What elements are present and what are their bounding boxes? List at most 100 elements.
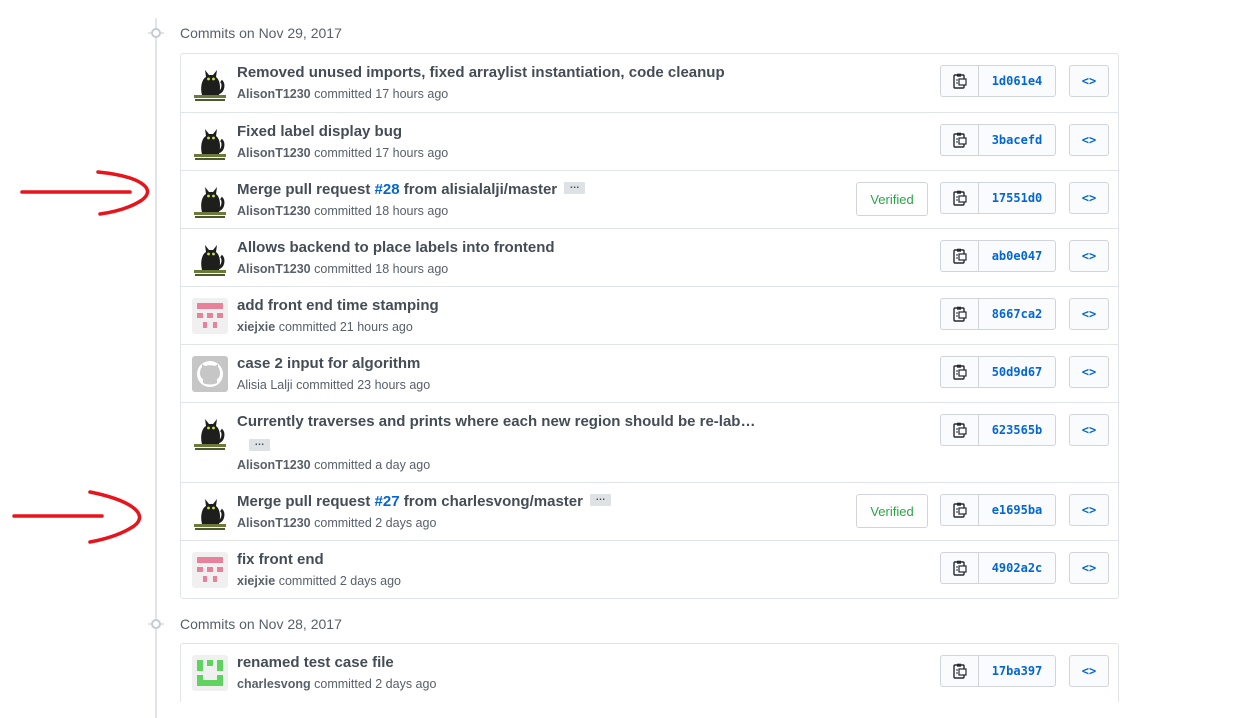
copy-sha-button[interactable] — [940, 414, 978, 446]
commit-sha-button[interactable]: 623565b — [978, 414, 1056, 446]
timeline-node-icon — [148, 25, 164, 41]
commit-author-link[interactable]: AlisonT1230 — [237, 458, 311, 472]
commit-message-link[interactable]: fix front end — [237, 551, 324, 568]
copy-sha-button[interactable] — [940, 124, 978, 156]
commit-group-title: Commits on Nov 28, 2017 — [180, 616, 342, 632]
browse-repo-button[interactable]: <> — [1069, 182, 1109, 214]
commit-author-link[interactable]: charlesvong — [237, 677, 311, 691]
copy-sha-button[interactable] — [940, 298, 978, 330]
expand-message-button[interactable]: … — [249, 438, 270, 451]
commit-time: committed 2 days ago — [314, 677, 437, 691]
commit-message-link[interactable]: case 2 input for algorithm — [237, 355, 420, 372]
commit-author-link[interactable]: xiejxie — [237, 574, 275, 588]
sha-button-group: ab0e047 — [940, 240, 1056, 272]
avatar[interactable] — [192, 124, 228, 160]
commit-author-name: Alisia Lalji — [237, 378, 293, 392]
sha-button-group: 8667ca2 — [940, 298, 1056, 330]
browse-repo-button[interactable]: <> — [1069, 356, 1109, 388]
pull-request-link[interactable]: #28 — [375, 181, 400, 198]
commit-meta: AlisonT1230 committed a day ago — [237, 458, 430, 472]
clipboard-icon — [952, 502, 967, 518]
commit-message-link[interactable]: from alisialalji/master — [400, 181, 557, 198]
commit-sha-button[interactable]: 17551d0 — [978, 182, 1056, 214]
commit-message-link[interactable]: from charlesvong/master — [400, 493, 583, 510]
sha-button-group: 3bacefd — [940, 124, 1056, 156]
avatar[interactable] — [192, 65, 228, 101]
avatar[interactable] — [192, 182, 228, 218]
commit-sha-button[interactable]: 17ba397 — [978, 655, 1056, 687]
commit-author-link[interactable]: AlisonT1230 — [237, 204, 311, 218]
commit-author-link[interactable]: AlisonT1230 — [237, 262, 311, 276]
verified-badge[interactable]: Verified — [856, 494, 928, 528]
commit-sha-button[interactable]: 1d061e4 — [978, 65, 1056, 97]
browse-repo-button[interactable]: <> — [1069, 65, 1109, 97]
browse-repo-button[interactable]: <> — [1069, 240, 1109, 272]
commit-message-link[interactable]: renamed test case file — [237, 654, 394, 671]
commit-message-link[interactable]: Removed unused imports, fixed arraylist … — [237, 64, 725, 81]
commit-sha-button[interactable]: ab0e047 — [978, 240, 1056, 272]
copy-sha-button[interactable] — [940, 65, 978, 97]
copy-sha-button[interactable] — [940, 494, 978, 526]
browse-repo-button[interactable]: <> — [1069, 414, 1109, 446]
commit-message-link[interactable]: Currently traverses and prints where eac… — [237, 413, 755, 430]
browse-repo-button[interactable]: <> — [1069, 298, 1109, 330]
expand-message-button[interactable]: … — [589, 493, 611, 507]
commit-meta: AlisonT1230 committed 2 days ago — [237, 516, 436, 530]
clipboard-icon — [952, 560, 967, 576]
avatar[interactable] — [192, 414, 228, 450]
browse-repo-button[interactable]: <> — [1069, 124, 1109, 156]
expand-message-button[interactable]: … — [564, 181, 586, 195]
copy-sha-button[interactable] — [940, 552, 978, 584]
commit-row: add front end time stamping xiejxie comm… — [181, 286, 1118, 344]
commit-sha-button[interactable]: 50d9d67 — [978, 356, 1056, 388]
commit-sha-button[interactable]: 4902a2c — [978, 552, 1056, 584]
commit-author-link[interactable]: AlisonT1230 — [237, 87, 311, 101]
commit-meta: AlisonT1230 committed 18 hours ago — [237, 204, 448, 218]
avatar[interactable] — [192, 356, 228, 392]
copy-sha-button[interactable] — [940, 356, 978, 388]
pull-request-link[interactable]: #27 — [375, 493, 400, 510]
commit-sha-button[interactable]: 8667ca2 — [978, 298, 1056, 330]
commit-row: Merge pull request #27 from charlesvong/… — [181, 482, 1118, 540]
commit-meta: AlisonT1230 committed 17 hours ago — [237, 87, 448, 101]
commit-meta: xiejxie committed 2 days ago — [237, 574, 401, 588]
browse-repo-button[interactable]: <> — [1069, 552, 1109, 584]
sha-button-group: 17ba397 — [940, 655, 1056, 687]
commit-time: committed 18 hours ago — [314, 204, 449, 218]
commit-sha-button[interactable]: e1695ba — [978, 494, 1056, 526]
sha-button-group: 4902a2c — [940, 552, 1056, 584]
commit-meta: xiejxie committed 21 hours ago — [237, 320, 413, 334]
clipboard-icon — [952, 132, 967, 148]
copy-sha-button[interactable] — [940, 240, 978, 272]
commit-row: fix front end xiejxie committed 2 days a… — [181, 540, 1118, 598]
commit-author-link[interactable]: xiejxie — [237, 320, 275, 334]
commit-time: committed 18 hours ago — [314, 262, 449, 276]
commit-list: renamed test case file charlesvong commi… — [180, 643, 1119, 702]
avatar[interactable] — [192, 240, 228, 276]
avatar[interactable] — [192, 298, 228, 334]
commit-row: renamed test case file charlesvong commi… — [181, 644, 1118, 702]
commit-time: committed 21 hours ago — [278, 320, 413, 334]
commit-sha-button[interactable]: 3bacefd — [978, 124, 1056, 156]
commit-group-header: Commits on Nov 28, 2017 — [148, 614, 342, 634]
avatar[interactable] — [192, 655, 228, 691]
commit-time: committed 17 hours ago — [314, 146, 449, 160]
avatar[interactable] — [192, 552, 228, 588]
timeline-line — [155, 18, 157, 718]
commit-row: Fixed label display bug AlisonT1230 comm… — [181, 112, 1118, 170]
commit-message-link[interactable]: add front end time stamping — [237, 297, 439, 314]
browse-repo-button[interactable]: <> — [1069, 494, 1109, 526]
commit-author-link[interactable]: AlisonT1230 — [237, 516, 311, 530]
commit-message-link[interactable]: Merge pull request — [237, 493, 375, 510]
commit-message-link[interactable]: Merge pull request — [237, 181, 375, 198]
copy-sha-button[interactable] — [940, 182, 978, 214]
commit-meta: AlisonT1230 committed 17 hours ago — [237, 146, 448, 160]
sha-button-group: 623565b — [940, 414, 1056, 446]
commit-message-link[interactable]: Fixed label display bug — [237, 123, 402, 140]
copy-sha-button[interactable] — [940, 655, 978, 687]
browse-repo-button[interactable]: <> — [1069, 655, 1109, 687]
commit-author-link[interactable]: AlisonT1230 — [237, 146, 311, 160]
verified-badge[interactable]: Verified — [856, 182, 928, 216]
avatar[interactable] — [192, 494, 228, 530]
commit-message-link[interactable]: Allows backend to place labels into fron… — [237, 239, 555, 256]
